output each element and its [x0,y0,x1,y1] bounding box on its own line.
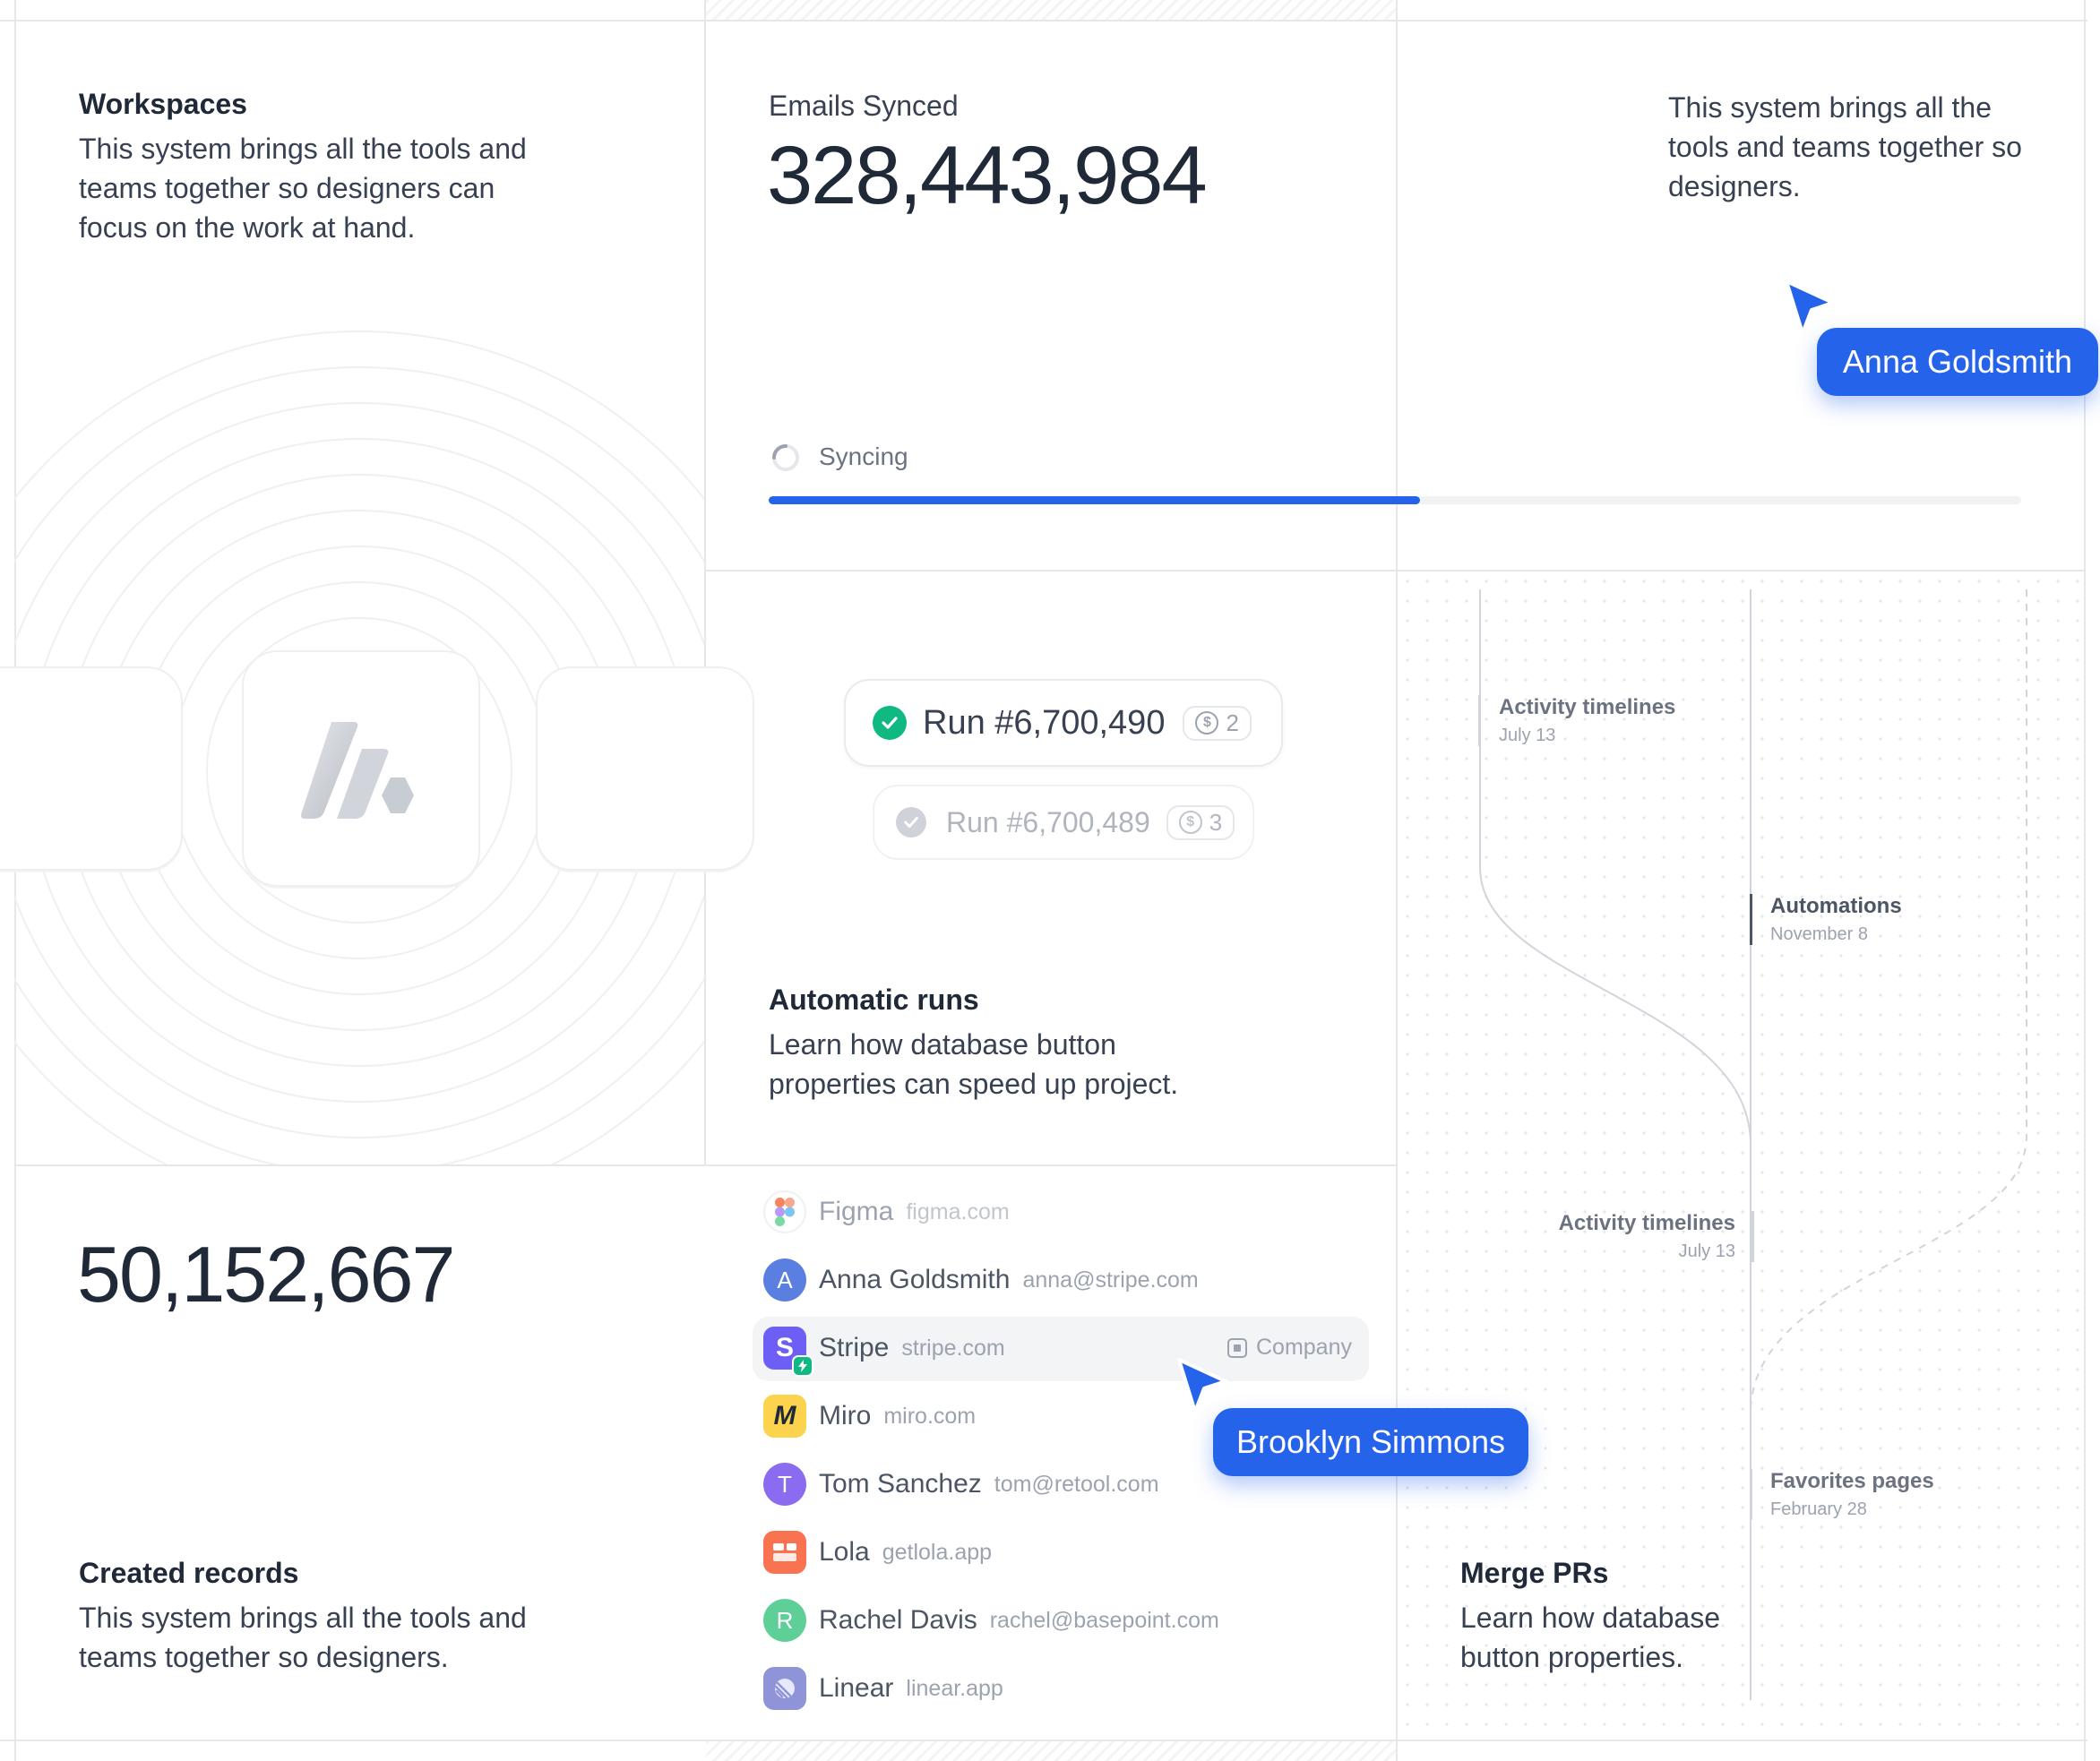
company-tag: Company [1227,1335,1352,1361]
spinner-icon [772,444,799,471]
contact-domain: figma.com [906,1198,1010,1224]
list-item-rachel[interactable]: R Rachel Davis rachel@basepoint.com [763,1593,1219,1648]
check-circle-icon [896,807,926,838]
timeline-event[interactable]: Favorites pages February 28 [1750,1469,1934,1520]
workspaces-title: Workspaces [79,88,247,120]
linear-logo-icon [763,1667,806,1710]
created-records-description: This system brings all the tools and tea… [79,1602,527,1673]
contact-domain: getlola.app [882,1539,993,1565]
frame-bottom-line [0,1740,2087,1741]
automatic-runs-title: Automatic runs [769,984,979,1016]
timeline-event-title: Favorites pages [1770,1469,1934,1493]
frame-top-line [0,20,2087,21]
timeline-event-date: July 13 [1499,726,1556,745]
timeline-event-date: July 13 [1678,1241,1735,1261]
emails-synced-count: 328,443,984 [767,130,1208,221]
contact-domain: stripe.com [901,1335,1005,1361]
coin-icon: $ [1195,711,1219,734]
timeline-event-title: Automations [1770,894,1902,918]
top-hatch-strip [706,0,1396,20]
contact-name: Linear [819,1673,894,1703]
list-item-anna[interactable]: A Anna Goldsmith anna@stripe.com [763,1252,1199,1308]
created-records-count: 50,152,667 [77,1230,455,1319]
list-item-miro[interactable]: M Miro miro.com [763,1388,976,1444]
contact-domain: linear.app [906,1675,1003,1701]
cursor-arrow-icon [1177,1358,1227,1413]
timeline-event[interactable]: Automations November 8 [1750,894,1902,945]
avatar: R [763,1599,806,1642]
timeline-event[interactable]: Activity timelines July 13 [1478,695,1675,746]
cursor-label-anna: Anna Goldsmith [1817,328,2098,396]
building-icon [1227,1337,1247,1358]
cursor-label-brooklyn: Brooklyn Simmons [1213,1408,1528,1476]
avatar: T [763,1463,806,1506]
emails-side-text: This system brings all the tools and tea… [1668,91,2022,202]
contact-domain: tom@retool.com [994,1471,1159,1497]
app-tile-center[interactable] [242,650,480,887]
sync-status-label: Syncing [819,442,908,470]
lola-logo-icon [763,1531,806,1574]
contact-name: Anna Goldsmith [819,1265,1011,1294]
avatar: A [763,1258,806,1301]
coin-icon: $ [1178,811,1202,834]
check-circle-icon [873,706,907,740]
run-credits-badge: $ 3 [1166,804,1235,840]
bottom-hatch-strip [706,1741,1396,1761]
miro-logo-icon: M [763,1395,806,1438]
contact-name: Figma [819,1197,894,1226]
figma-logo-icon [763,1190,806,1233]
contact-name: Stripe [819,1333,890,1362]
frame-right-line [2084,0,2086,1761]
col-divider-1 [704,0,706,1166]
timeline-event-date: November 8 [1770,924,1868,944]
contact-domain: anna@stripe.com [1022,1267,1199,1293]
row-divider-main [14,1164,1398,1166]
contact-name: Lola [819,1537,870,1567]
automatic-runs-description: Learn how database button properties can… [769,1028,1179,1100]
list-item-linear[interactable]: Linear linear.app [763,1661,1003,1716]
contact-domain: rachel@basepoint.com [989,1607,1219,1633]
list-item-lola[interactable]: Lola getlola.app [763,1525,992,1580]
merge-prs-description: Learn how database button properties. [1460,1602,1720,1673]
emails-synced-label: Emails Synced [769,90,959,122]
sync-progress-fill [769,496,1420,504]
timeline-event-title: Activity timelines [1499,695,1676,719]
run-credits-count: 2 [1226,709,1239,736]
list-item-tom[interactable]: T Tom Sanchez tom@retool.com [763,1456,1159,1512]
workspaces-description: This system brings all the tools and tea… [79,133,527,244]
contact-name: Tom Sanchez [819,1469,982,1499]
timeline-event[interactable]: Activity timelines July 13 [1523,1211,1754,1262]
timeline-event-title: Activity timelines [1558,1211,1735,1235]
merge-prs-title: Merge PRs [1460,1557,1609,1589]
run-credits-badge: $ 2 [1183,705,1252,741]
run-credits-count: 3 [1209,808,1223,836]
app-tile-left [0,666,183,871]
app-tile-right [536,666,754,871]
run-label: Run #6,700,490 [923,703,1166,742]
contact-domain: miro.com [883,1403,977,1429]
app-logo-icon [301,722,414,819]
run-card-previous[interactable]: Run #6,700,489 $ 3 [873,785,1254,860]
contact-name: Miro [819,1401,872,1430]
bolt-badge-icon [792,1355,813,1377]
run-card-latest[interactable]: Run #6,700,490 $ 2 [844,679,1283,767]
stripe-logo-icon: S [763,1327,813,1377]
company-tag-label: Company [1256,1335,1352,1360]
sync-progress-track [769,496,2021,504]
list-item-stripe[interactable]: S Stripe stripe.com [763,1320,1005,1377]
timeline-event-date: February 28 [1770,1499,1867,1519]
created-records-title: Created records [79,1557,299,1589]
run-label: Run #6,700,489 [946,805,1150,838]
contact-name: Rachel Davis [819,1605,977,1635]
list-item-figma[interactable]: Figma figma.com [763,1184,1010,1240]
